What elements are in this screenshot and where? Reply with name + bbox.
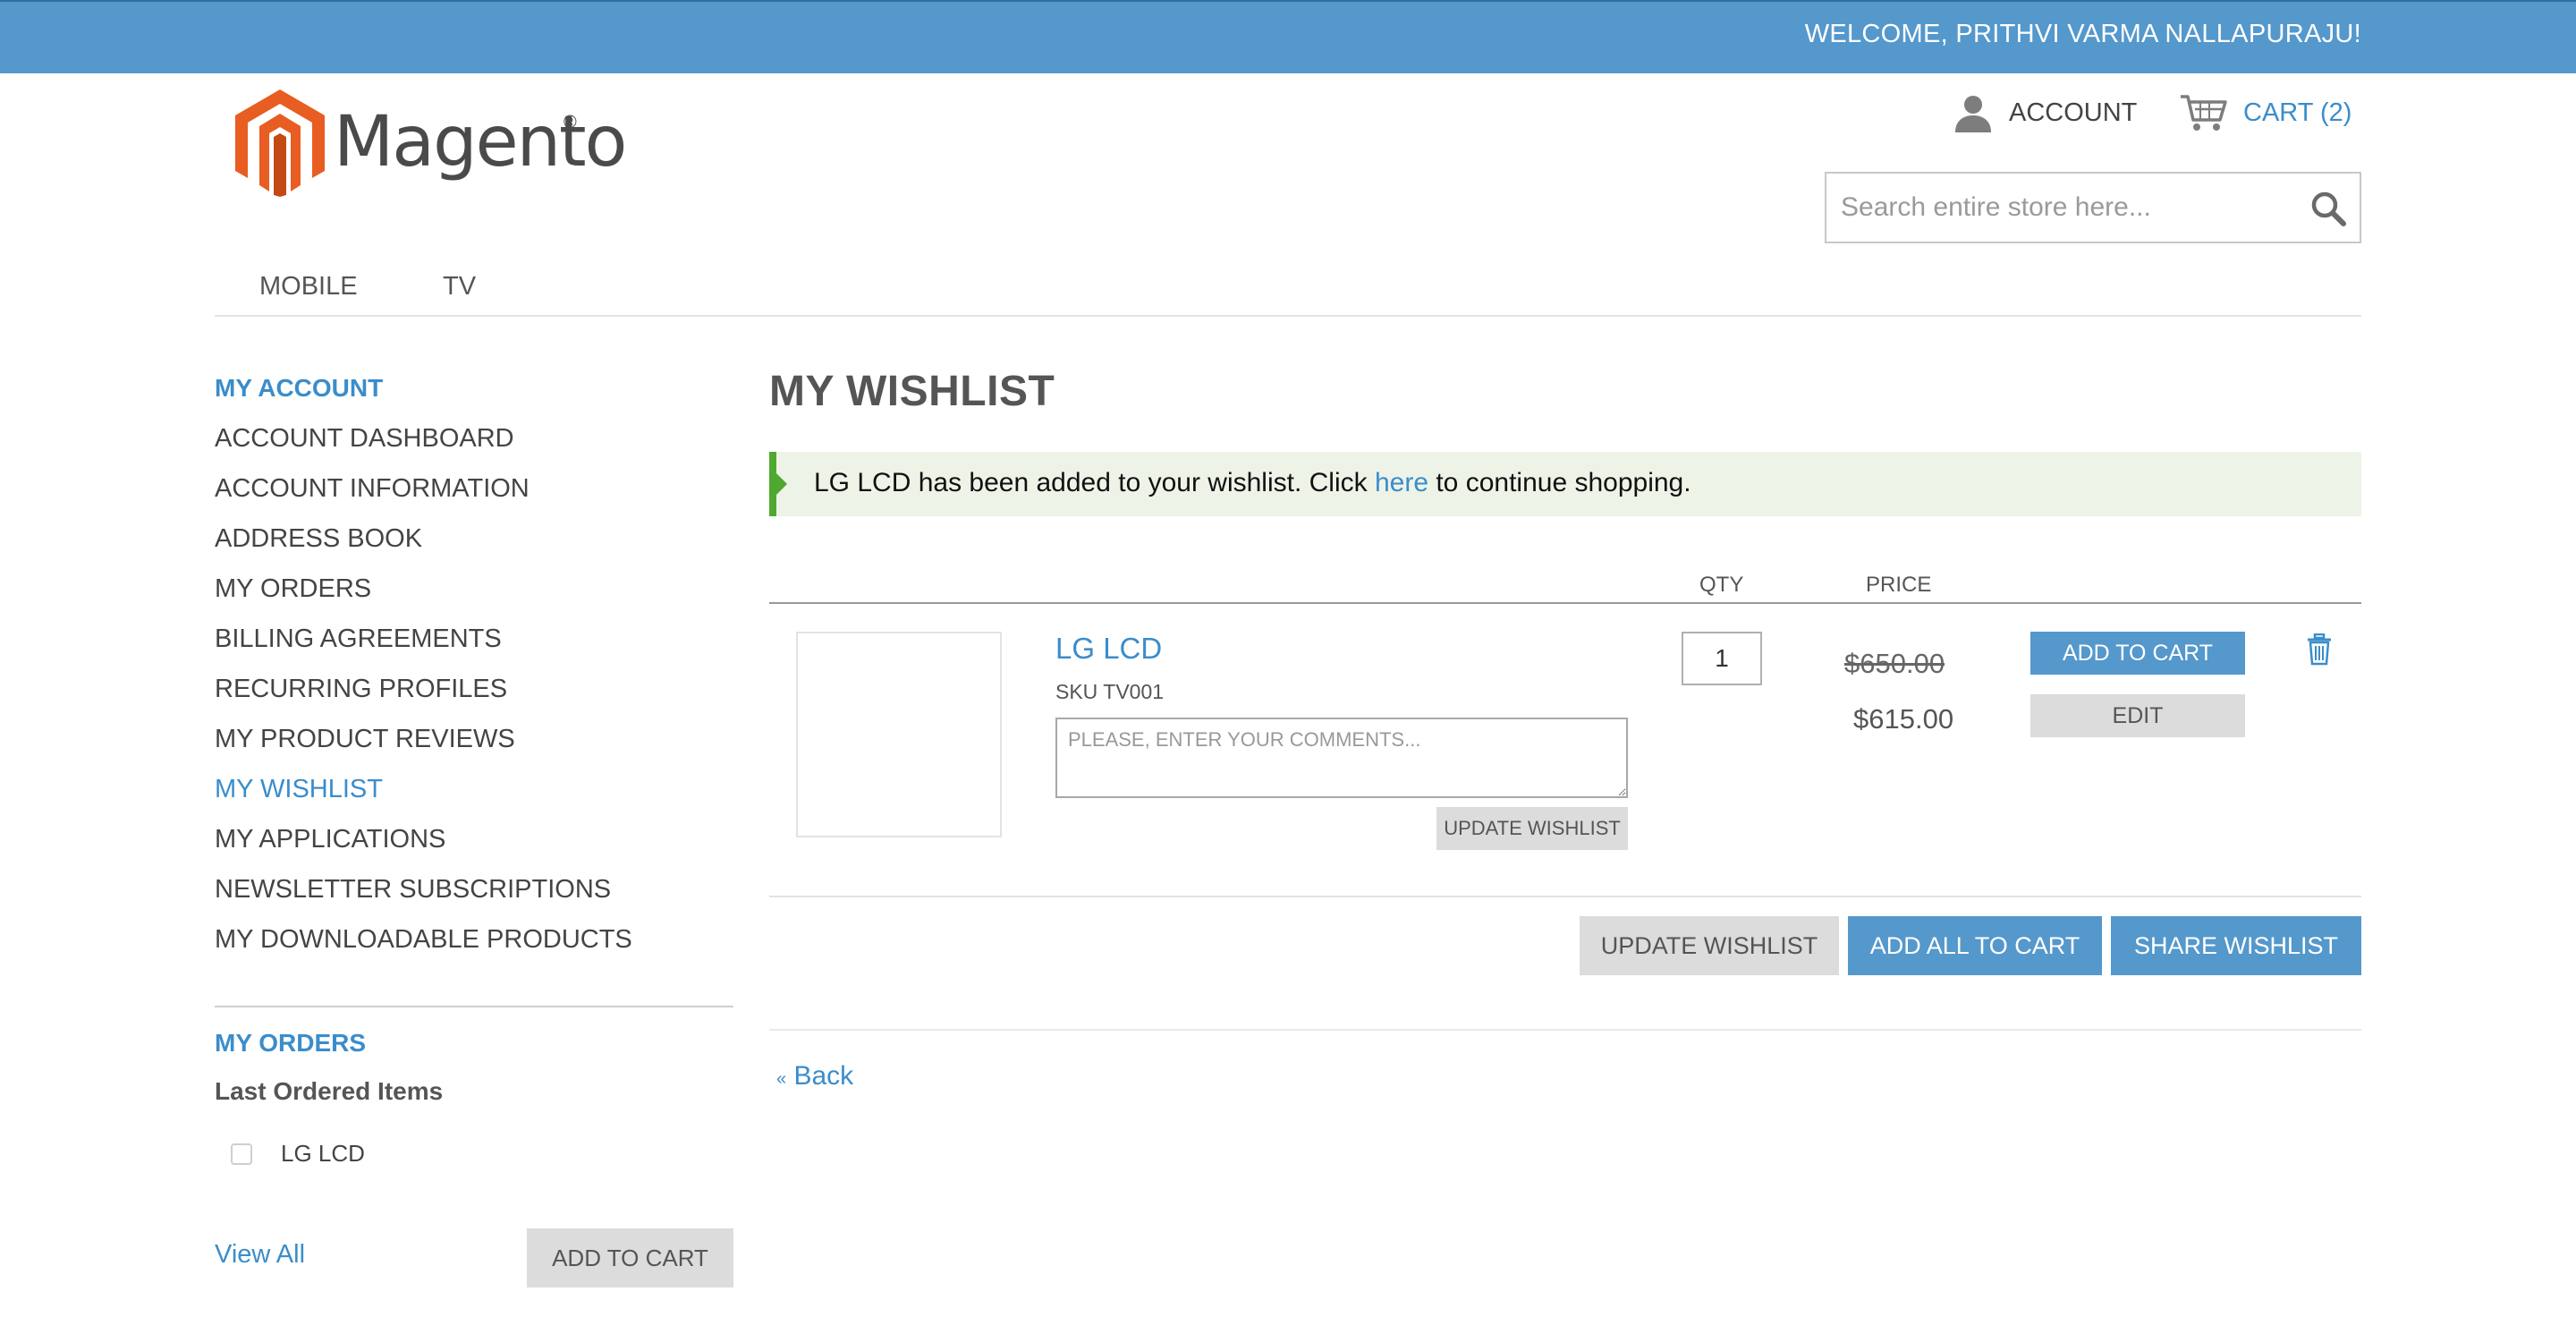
- registered-mark: ®: [564, 113, 577, 132]
- account-sidebar: ACCOUNT DASHBOARD ACCOUNT INFORMATION AD…: [215, 421, 632, 972]
- sidebar-item-billing-agreements[interactable]: BILLING AGREEMENTS: [215, 621, 632, 671]
- user-icon: [1955, 96, 1991, 132]
- cart-link[interactable]: CART (2): [2179, 93, 2351, 132]
- search-input[interactable]: [1826, 174, 2292, 242]
- back-arrow-icon: «: [776, 1069, 787, 1089]
- magento-logo-icon: [235, 89, 325, 197]
- welcome-message: WELCOME, PRITHVI VARMA NALLAPURAJU!: [1804, 20, 2361, 48]
- sidebar-item-my-product-reviews[interactable]: MY PRODUCT REVIEWS: [215, 721, 632, 771]
- success-marker: [776, 473, 787, 495]
- last-ordered-item-name[interactable]: LG LCD: [281, 1140, 365, 1168]
- actions-divider: [769, 1029, 2361, 1031]
- back-link[interactable]: « Back: [776, 1061, 853, 1092]
- update-wishlist-button[interactable]: UPDATE WISHLIST: [1580, 916, 1839, 975]
- old-price: $650.00: [1844, 648, 1945, 679]
- back-label: Back: [793, 1061, 854, 1091]
- message-text-before: LG LCD has been added to your wishlist. …: [814, 468, 1375, 497]
- item-edit-button[interactable]: EDIT: [2030, 694, 2245, 737]
- logo-wordmark: Magento: [334, 102, 627, 183]
- table-header-divider: [769, 602, 2361, 604]
- page-title: MY WISHLIST: [769, 368, 1055, 415]
- last-ordered-item: LG LCD: [231, 1140, 365, 1168]
- item-row-divider: [769, 896, 2361, 897]
- wishlist-comment-field[interactable]: [1055, 718, 1628, 798]
- success-message: LG LCD has been added to your wishlist. …: [769, 452, 2361, 516]
- sidebar-title: MY ACCOUNT: [215, 374, 384, 402]
- sidebar-divider: [215, 1006, 733, 1007]
- main-nav: MOBILE TV: [215, 268, 2361, 317]
- quantity-field[interactable]: [1682, 632, 1762, 685]
- share-wishlist-button[interactable]: SHARE WISHLIST: [2111, 916, 2361, 975]
- product-name-link[interactable]: LG LCD: [1055, 632, 1162, 666]
- sidebar-item-account-information[interactable]: ACCOUNT INFORMATION: [215, 471, 632, 521]
- account-label: ACCOUNT: [2009, 98, 2138, 127]
- continue-shopping-link[interactable]: here: [1375, 468, 1428, 497]
- sidebar-item-my-wishlist[interactable]: MY WISHLIST: [215, 771, 632, 821]
- special-price: $615.00: [1853, 703, 1954, 735]
- nav-item-mobile[interactable]: MOBILE: [259, 272, 358, 302]
- item-update-wishlist-button[interactable]: UPDATE WISHLIST: [1436, 807, 1628, 850]
- sidebar-item-recurring-profiles[interactable]: RECURRING PROFILES: [215, 671, 632, 721]
- sidebar-add-to-cart-button[interactable]: ADD TO CART: [527, 1228, 733, 1287]
- welcome-bar: WELCOME, PRITHVI VARMA NALLAPURAJU!: [0, 0, 2576, 73]
- last-ordered-title: Last Ordered Items: [215, 1077, 444, 1105]
- sidebar-item-my-orders[interactable]: MY ORDERS: [215, 571, 632, 621]
- search-icon[interactable]: [2309, 190, 2347, 227]
- view-all-link[interactable]: View All: [215, 1240, 305, 1270]
- item-add-to-cart-button[interactable]: ADD TO CART: [2030, 632, 2245, 675]
- column-header-price: PRICE: [1866, 573, 1932, 597]
- sidebar-item-address-book[interactable]: ADDRESS BOOK: [215, 521, 632, 571]
- success-message-text: LG LCD has been added to your wishlist. …: [814, 468, 1691, 498]
- sidebar-item-account-dashboard[interactable]: ACCOUNT DASHBOARD: [215, 421, 632, 471]
- trash-icon[interactable]: [2306, 633, 2333, 666]
- search-box: [1825, 172, 2361, 243]
- column-header-qty: QTY: [1699, 573, 1744, 597]
- last-ordered-checkbox[interactable]: [231, 1143, 252, 1165]
- product-image[interactable]: [796, 632, 1002, 837]
- message-text-after: to continue shopping.: [1428, 468, 1691, 497]
- add-all-to-cart-button[interactable]: ADD ALL TO CART: [1848, 916, 2102, 975]
- cart-label: CART (2): [2243, 98, 2352, 127]
- store-logo[interactable]: Magento ®: [231, 89, 627, 197]
- nav-item-tv[interactable]: TV: [443, 272, 476, 302]
- account-link[interactable]: ACCOUNT: [1953, 93, 2137, 132]
- cart-icon: [2181, 95, 2227, 131]
- sidebar-item-newsletter-subscriptions[interactable]: NEWSLETTER SUBSCRIPTIONS: [215, 871, 632, 922]
- product-sku: SKU TV001: [1055, 680, 1165, 703]
- sidebar-item-my-downloadable-products[interactable]: MY DOWNLOADABLE PRODUCTS: [215, 922, 632, 972]
- my-orders-block-title[interactable]: MY ORDERS: [215, 1029, 366, 1058]
- sidebar-item-my-applications[interactable]: MY APPLICATIONS: [215, 821, 632, 871]
